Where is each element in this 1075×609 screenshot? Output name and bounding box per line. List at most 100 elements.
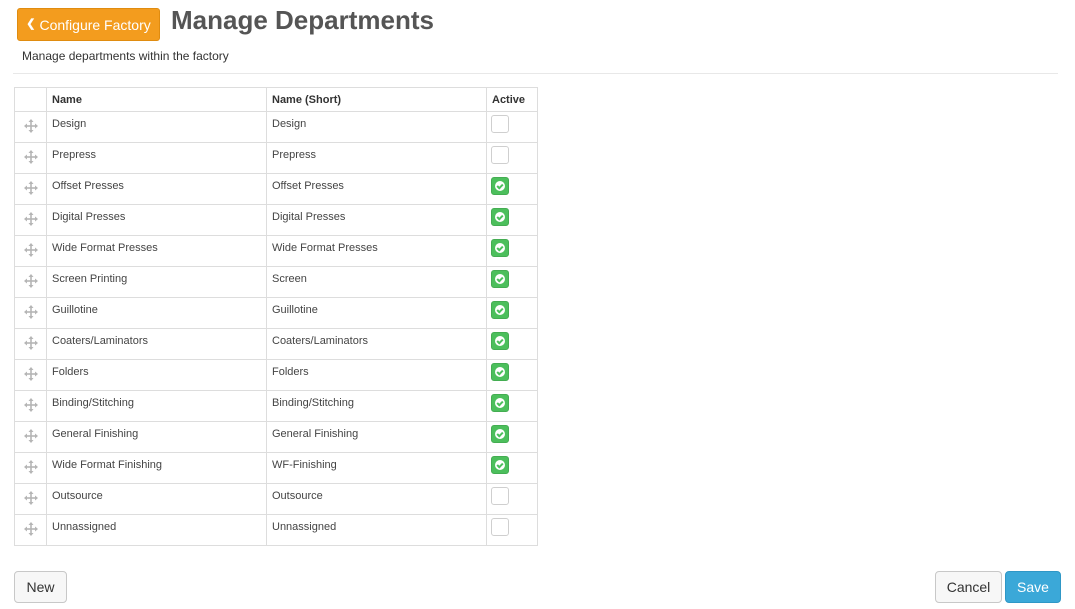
cancel-button[interactable]: Cancel — [935, 571, 1002, 603]
active-checkbox-checked[interactable] — [491, 301, 509, 319]
department-name-cell: Design — [46, 111, 267, 143]
page-title: Manage Departments — [171, 5, 434, 35]
move-arrows-icon — [23, 367, 38, 381]
active-checkbox-checked[interactable] — [491, 239, 509, 257]
move-arrows-icon — [23, 181, 38, 195]
row-drag-handle[interactable] — [14, 204, 47, 236]
table-row: Wide Format Finishing WF-Finishing — [14, 452, 538, 484]
department-short-name-cell: Binding/Stitching — [266, 390, 487, 422]
active-checkbox[interactable] — [491, 115, 509, 133]
name-column-header: Name — [46, 87, 267, 112]
row-drag-handle[interactable] — [14, 173, 47, 205]
department-short-name-cell: Coaters/Laminators — [266, 328, 487, 360]
department-name-cell: Offset Presses — [46, 173, 267, 205]
department-short-name-cell: Guillotine — [266, 297, 487, 329]
table-row: Unnassigned Unnassigned — [14, 514, 538, 546]
row-drag-handle[interactable] — [14, 390, 47, 422]
active-cell — [486, 483, 538, 515]
move-arrows-icon — [23, 429, 38, 443]
table-row: Binding/Stitching Binding/Stitching — [14, 390, 538, 422]
department-short-name-cell: General Finishing — [266, 421, 487, 453]
move-arrows-icon — [23, 119, 38, 133]
active-checkbox-checked[interactable] — [491, 332, 509, 350]
active-cell — [486, 111, 538, 143]
table-row: Design Design — [14, 111, 538, 143]
handle-column-header — [14, 87, 47, 112]
move-arrows-icon — [23, 491, 38, 505]
active-cell — [486, 173, 538, 205]
active-checkbox-checked[interactable] — [491, 394, 509, 412]
table-header-row: Name Name (Short) Active — [14, 87, 538, 112]
table-row: Offset Presses Offset Presses — [14, 173, 538, 205]
chevron-left-icon: ❮ — [26, 17, 36, 30]
department-short-name-cell: Unnassigned — [266, 514, 487, 546]
active-checkbox[interactable] — [491, 487, 509, 505]
department-short-name-cell: Wide Format Presses — [266, 235, 487, 267]
department-short-name-cell: Digital Presses — [266, 204, 487, 236]
department-name-cell: Unnassigned — [46, 514, 267, 546]
active-cell — [486, 297, 538, 329]
active-checkbox[interactable] — [491, 146, 509, 164]
row-drag-handle[interactable] — [14, 235, 47, 267]
departments-table-body: Design Design Prepress Prepress Offset Press… — [14, 111, 538, 546]
save-button[interactable]: Save — [1005, 571, 1061, 603]
table-row: Wide Format Presses Wide Format Presses — [14, 235, 538, 267]
row-drag-handle[interactable] — [14, 514, 47, 546]
configure-factory-button[interactable]: ❮ Configure Factory — [17, 8, 160, 41]
row-drag-handle[interactable] — [14, 359, 47, 391]
active-checkbox-checked[interactable] — [491, 456, 509, 474]
configure-factory-label: Configure Factory — [39, 16, 151, 33]
table-row: Outsource Outsource — [14, 483, 538, 515]
department-name-cell: Outsource — [46, 483, 267, 515]
row-drag-handle[interactable] — [14, 421, 47, 453]
table-row: Prepress Prepress — [14, 142, 538, 174]
active-cell — [486, 421, 538, 453]
department-short-name-cell: Prepress — [266, 142, 487, 174]
department-name-cell: Folders — [46, 359, 267, 391]
table-row: Digital Presses Digital Presses — [14, 204, 538, 236]
move-arrows-icon — [23, 522, 38, 536]
department-short-name-cell: Design — [266, 111, 487, 143]
department-name-cell: Screen Printing — [46, 266, 267, 298]
active-checkbox[interactable] — [491, 518, 509, 536]
move-arrows-icon — [23, 150, 38, 164]
row-drag-handle[interactable] — [14, 266, 47, 298]
active-cell — [486, 235, 538, 267]
department-short-name-cell: WF-Finishing — [266, 452, 487, 484]
active-checkbox-checked[interactable] — [491, 208, 509, 226]
active-cell — [486, 359, 538, 391]
active-cell — [486, 266, 538, 298]
short-name-column-header: Name (Short) — [266, 87, 487, 112]
active-checkbox-checked[interactable] — [491, 425, 509, 443]
new-button[interactable]: New — [14, 571, 67, 603]
active-cell — [486, 514, 538, 546]
department-name-cell: Guillotine — [46, 297, 267, 329]
department-name-cell: Prepress — [46, 142, 267, 174]
move-arrows-icon — [23, 336, 38, 350]
row-drag-handle[interactable] — [14, 297, 47, 329]
active-cell — [486, 328, 538, 360]
active-checkbox-checked[interactable] — [491, 177, 509, 195]
department-short-name-cell: Outsource — [266, 483, 487, 515]
row-drag-handle[interactable] — [14, 452, 47, 484]
department-name-cell: Binding/Stitching — [46, 390, 267, 422]
active-checkbox-checked[interactable] — [491, 270, 509, 288]
department-short-name-cell: Screen — [266, 266, 487, 298]
department-short-name-cell: Offset Presses — [266, 173, 487, 205]
move-arrows-icon — [23, 460, 38, 474]
table-row: Screen Printing Screen — [14, 266, 538, 298]
row-drag-handle[interactable] — [14, 328, 47, 360]
active-column-header: Active — [486, 87, 538, 112]
row-drag-handle[interactable] — [14, 111, 47, 143]
move-arrows-icon — [23, 212, 38, 226]
move-arrows-icon — [23, 243, 38, 257]
active-checkbox-checked[interactable] — [491, 363, 509, 381]
table-row: Guillotine Guillotine — [14, 297, 538, 329]
department-name-cell: General Finishing — [46, 421, 267, 453]
row-drag-handle[interactable] — [14, 142, 47, 174]
table-row: General Finishing General Finishing — [14, 421, 538, 453]
row-drag-handle[interactable] — [14, 483, 47, 515]
department-name-cell: Wide Format Finishing — [46, 452, 267, 484]
page-subtitle: Manage departments within the factory — [22, 49, 229, 63]
active-cell — [486, 142, 538, 174]
